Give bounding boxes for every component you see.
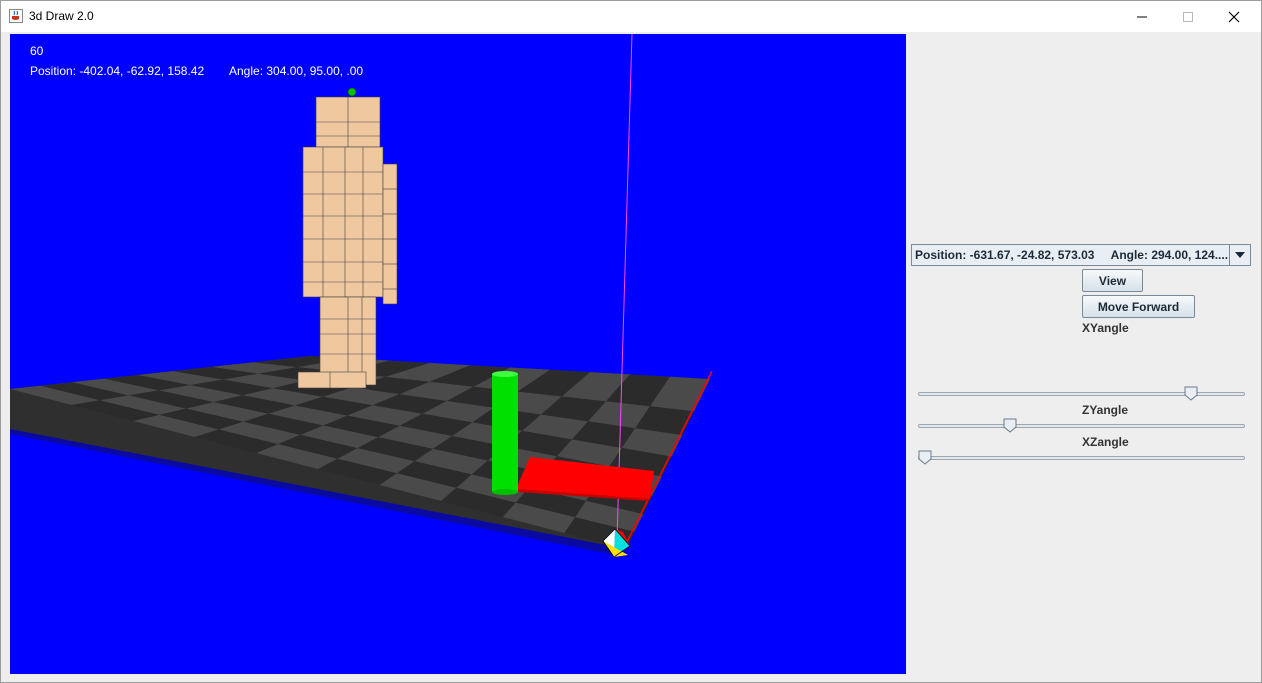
app-window: 3d Draw 2.0 60 Position: -402.04, -62.92… — [0, 0, 1262, 683]
xzangle-label: XZangle — [1082, 435, 1129, 449]
view-button[interactable]: View — [1082, 269, 1143, 292]
dropdown-toggle[interactable] — [1229, 245, 1250, 265]
xzangle-slider-thumb[interactable] — [918, 450, 932, 465]
maximize-button[interactable] — [1165, 1, 1211, 32]
window-title: 3d Draw 2.0 — [29, 9, 94, 23]
title-bar[interactable]: 3d Draw 2.0 — [1, 1, 1261, 32]
3d-viewport[interactable]: 60 Position: -402.04, -62.92, 158.42 Ang… — [10, 34, 906, 674]
figure-head-marker — [347, 87, 357, 97]
move-forward-button[interactable]: Move Forward — [1082, 295, 1195, 318]
close-button[interactable] — [1211, 1, 1257, 32]
zyangle-label: ZYangle — [1082, 403, 1129, 417]
minimize-icon — [1137, 16, 1147, 17]
zyangle-slider-thumb[interactable] — [1003, 418, 1017, 433]
green-cylinder — [492, 371, 518, 495]
view-selector-dropdown[interactable]: Position: -631.67, -24.82, 573.03 Angle:… — [911, 244, 1251, 266]
maximize-icon — [1183, 11, 1193, 22]
minimize-button[interactable] — [1119, 1, 1165, 32]
close-icon — [1228, 11, 1240, 22]
xzangle-slider-track[interactable] — [918, 456, 1245, 460]
fps-counter: 60 — [30, 44, 44, 58]
xyangle-slider-thumb[interactable] — [1184, 386, 1198, 401]
camera-position-readout: Position: -402.04, -62.92, 158.42 — [30, 64, 205, 78]
chevron-down-icon — [1235, 252, 1245, 258]
java-cup-icon — [9, 9, 23, 23]
xyangle-label: XYangle — [1082, 321, 1129, 335]
camera-angle-readout: Angle: 304.00, 95.00, .00 — [229, 64, 364, 78]
view-selector-value: Position: -631.67, -24.82, 573.03 Angle:… — [915, 248, 1229, 262]
blocky-figure — [297, 96, 398, 389]
scene-render — [10, 34, 713, 558]
zyangle-slider-track[interactable] — [918, 424, 1245, 428]
